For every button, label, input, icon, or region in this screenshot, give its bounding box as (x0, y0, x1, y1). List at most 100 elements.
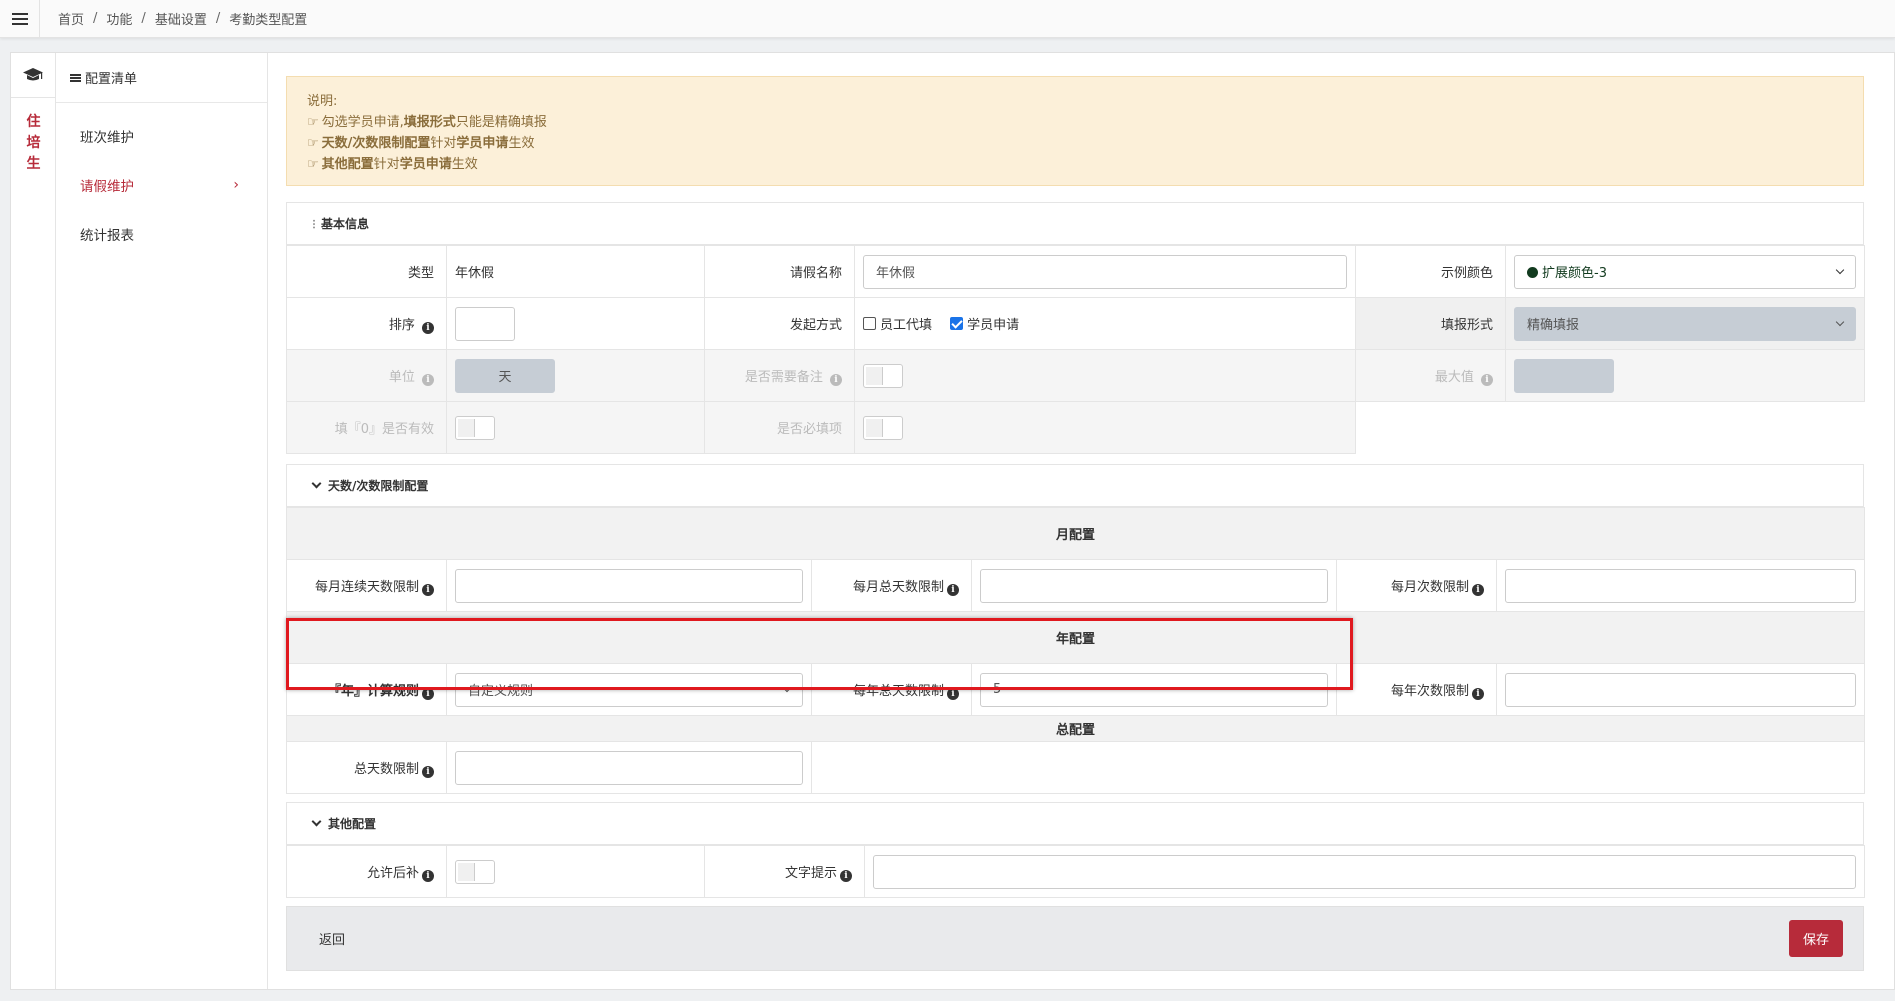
info-icon[interactable]: i (422, 687, 434, 700)
year-total-label: 每年总天数限制 i (811, 663, 972, 716)
checkbox-unchecked[interactable] (863, 316, 876, 330)
hand-point-icon: ☞ (307, 136, 319, 151)
zero-valid-label: 填『0』是否有效 (286, 401, 447, 454)
fill-form-select[interactable]: 精确填报 (1514, 306, 1856, 341)
breadcrumb-current: 考勤类型配置 (229, 13, 308, 28)
breadcrumb-home[interactable]: 首页 (58, 9, 84, 28)
info-icon[interactable]: i (422, 765, 434, 778)
back-button[interactable]: 返回 (307, 921, 357, 956)
month-config-head: 月配置 (285, 507, 1866, 560)
year-rule-label: 『年』计算规则 i (286, 663, 447, 716)
year-times-label: 每年次数限制 i (1336, 663, 1497, 716)
info-icon[interactable]: i (422, 373, 434, 386)
year-rule-select[interactable]: 自定义规则 (455, 672, 803, 707)
notice-line-3: ☞ 其他配置针对学员申请生效 (307, 154, 1843, 175)
hand-point-icon: ☞ (307, 157, 319, 172)
month-total-input[interactable] (980, 568, 1328, 603)
checkbox-checked[interactable] (950, 316, 964, 330)
info-icon[interactable]: i (947, 687, 959, 700)
menu-item-label: 班次维护 (80, 129, 134, 146)
info-icon[interactable]: i (1472, 687, 1484, 700)
total-config-head: 总配置 (285, 715, 1866, 742)
info-icon[interactable]: i (830, 373, 842, 386)
allow-backfill-label: 允许后补 i (286, 845, 447, 898)
notice-box: 说明: ☞ 勾选学员申请,填报形式只能是精确填报 ☞ 天数/次数限制配置针对学员申请… (286, 76, 1864, 186)
month-continuous-label: 每月连续天数限制 i (286, 559, 447, 612)
menu-title-text: 配置清单 (85, 72, 138, 87)
max-value-label: 最大值 i (1355, 349, 1506, 402)
leave-name-input[interactable]: 年休假 (863, 254, 1347, 289)
type-value: 年休假 (446, 245, 705, 298)
month-total-label: 每月总天数限制 i (811, 559, 972, 612)
year-config-head: 年配置 (285, 611, 1866, 664)
list-icon (70, 73, 81, 82)
info-icon[interactable]: i (947, 583, 959, 596)
required-toggle[interactable] (863, 415, 903, 440)
month-times-label: 每月次数限制 i (1336, 559, 1497, 612)
fill-form-label: 填报形式 (1355, 297, 1506, 350)
type-label: 类型 (286, 245, 447, 298)
need-remark-label: 是否需要备注 i (704, 349, 855, 402)
unit-label: 单位 i (286, 349, 447, 402)
menu-title: 配置清单 (56, 53, 267, 103)
section-limits[interactable]: 天数/次数限制配置 (286, 464, 1864, 507)
chevron-down-icon (782, 683, 792, 693)
info-icon[interactable]: i (1472, 583, 1484, 596)
unit-button[interactable]: 天 (455, 358, 555, 393)
menu-item-label: 请假维护 (80, 178, 134, 195)
year-times-input[interactable] (1505, 672, 1857, 707)
menu-item-shift[interactable]: 班次维护 (56, 111, 267, 160)
save-button[interactable]: 保存 (1788, 920, 1843, 957)
staff-fill-checkbox[interactable]: 员工代填 (863, 314, 932, 333)
month-continuous-input[interactable] (455, 568, 803, 603)
chevron-down-icon (311, 816, 322, 827)
notice-line-2: ☞ 天数/次数限制配置针对学员申请生效 (307, 133, 1843, 154)
chevron-down-icon (1835, 265, 1845, 275)
limits-table: 月配置 每月连续天数限制 i 每月总天数限制 i 每月次数限制 i 年配置 『年』计算… (285, 507, 1866, 794)
info-icon[interactable]: i (422, 869, 434, 882)
hand-point-icon: ☞ (307, 115, 319, 130)
notice-line-1: ☞ 勾选学员申请,填报形式只能是精确填报 (307, 112, 1843, 133)
form-footer: 返回 保存 (286, 906, 1864, 971)
order-input[interactable] (455, 306, 515, 341)
section-other[interactable]: 其他配置 (286, 802, 1864, 845)
total-days-input[interactable] (455, 750, 803, 785)
student-apply-checkbox[interactable]: 学员申请 (950, 314, 1019, 333)
info-icon[interactable]: i (422, 321, 434, 334)
chevron-down-icon (1835, 317, 1845, 327)
need-remark-toggle[interactable] (863, 363, 903, 388)
launch-mode-options: 员工代填 学员申请 (854, 297, 1356, 350)
breadcrumb: 首页 / 功能 / 基础设置 / 考勤类型配置 (58, 9, 308, 28)
top-bar: 首页 / 功能 / 基础设置 / 考勤类型配置 (0, 0, 1895, 38)
zero-valid-toggle[interactable] (455, 415, 495, 440)
menu-item-leave[interactable]: 请假维护 › (56, 160, 267, 209)
notice-title: 说明: (307, 94, 338, 109)
text-tip-input[interactable] (873, 854, 1856, 889)
allow-backfill-toggle[interactable] (455, 859, 495, 884)
menu-toggle-icon[interactable] (0, 0, 40, 38)
info-icon[interactable]: i (1481, 373, 1493, 386)
menu-item-report[interactable]: 统计报表 (56, 209, 267, 258)
year-total-input[interactable]: 5 (980, 672, 1328, 707)
menu-item-label: 统计报表 (80, 227, 134, 244)
info-icon[interactable]: i (422, 583, 434, 596)
rail-label-resident[interactable]: 住 培 生 (11, 112, 56, 175)
other-table: 允许后补 i 文字提示 i (286, 845, 1865, 898)
leave-name-label: 请假名称 (704, 245, 855, 298)
month-times-input[interactable] (1505, 568, 1857, 603)
required-label: 是否必填项 (704, 401, 855, 454)
breadcrumb-function[interactable]: 功能 (106, 9, 132, 28)
vertical-dots-icon (313, 218, 315, 229)
config-menu: 配置清单 班次维护 请假维护 › 统计报表 (56, 53, 268, 989)
basic-info-table: 类型 年休假 请假名称 年休假 示例颜色 扩展颜色-3 排序 i 发起方式 员工… (286, 245, 1865, 454)
launch-mode-label: 发起方式 (704, 297, 855, 350)
info-icon[interactable]: i (840, 869, 852, 882)
chevron-down-icon (311, 478, 322, 489)
total-days-label: 总天数限制 i (286, 741, 447, 794)
max-value-input[interactable] (1514, 358, 1614, 393)
breadcrumb-basic-settings[interactable]: 基础设置 (155, 9, 207, 28)
order-label: 排序 i (286, 297, 447, 350)
sample-color-select[interactable]: 扩展颜色-3 (1514, 254, 1856, 289)
graduation-cap-icon[interactable] (11, 53, 55, 98)
sample-color-label: 示例颜色 (1355, 245, 1506, 298)
